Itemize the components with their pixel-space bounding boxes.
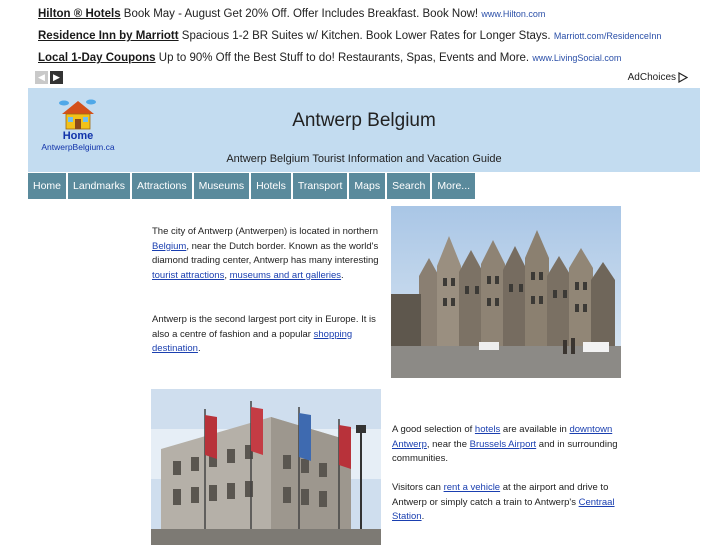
nav-hotels[interactable]: Hotels	[251, 173, 291, 199]
adchoices-link[interactable]: AdChoices	[628, 72, 688, 83]
chevron-right-icon[interactable]: ▶	[50, 71, 63, 84]
ad-title[interactable]: Local 1-Day Coupons	[38, 52, 156, 64]
brussels-airport-link[interactable]: Brussels Airport	[470, 439, 537, 450]
text: .	[341, 269, 344, 281]
hotels-link[interactable]: hotels	[475, 424, 500, 435]
hotels-paragraph: A good selection of hotels are available…	[392, 423, 632, 467]
transport-paragraph: Visitors can rent a vehicle at the airpo…	[392, 481, 632, 525]
ad-title[interactable]: Residence Inn by Marriott	[38, 30, 179, 42]
ad-text: Spacious 1-2 BR Suites w/ Kitchen. Book …	[181, 30, 551, 42]
text: A good selection of	[392, 424, 475, 435]
nav-landmarks[interactable]: Landmarks	[68, 173, 130, 199]
text: Visitors can	[392, 482, 444, 493]
tourist-attractions-link[interactable]: tourist attractions	[152, 270, 224, 281]
ad-url[interactable]: Marriott.com/ResidenceInn	[554, 31, 662, 41]
grote-markt-photo	[391, 206, 621, 378]
text: , near the	[426, 438, 470, 450]
nav-museums[interactable]: Museums	[193, 173, 250, 199]
ad-item[interactable]: Local 1-Day Coupons Up to 90% Off the Be…	[38, 52, 621, 64]
text: .	[421, 511, 425, 522]
rent-vehicle-link[interactable]: rent a vehicle	[444, 482, 501, 493]
belgium-link[interactable]: Belgium	[152, 241, 186, 252]
adchoices-icon	[678, 72, 688, 83]
adchoices-label: AdChoices	[627, 72, 676, 83]
nav-search[interactable]: Search	[387, 173, 431, 199]
ad-block: Hilton ® Hotels Book May - August Get 20…	[28, 0, 700, 88]
text: .	[197, 343, 201, 354]
page-subtitle: Antwerp Belgium Tourist Information and …	[226, 153, 502, 165]
page-title: Antwerp Belgium	[292, 110, 436, 131]
chevron-left-icon[interactable]: ◀	[35, 71, 48, 84]
nav-transport[interactable]: Transport	[292, 173, 348, 199]
nav-maps[interactable]: Maps	[349, 173, 386, 199]
museums-link[interactable]: museums and art galleries	[230, 270, 341, 281]
nav-attractions[interactable]: Attractions	[131, 173, 192, 199]
port-paragraph: Antwerp is the second largest port city …	[152, 313, 384, 357]
main-nav: Home Landmarks Attractions Museums Hotel…	[28, 172, 700, 200]
ad-text: Up to 90% Off the Best Stuff to do! Rest…	[158, 52, 530, 64]
text: are available in	[500, 424, 570, 435]
ad-url[interactable]: www.LivingSocial.com	[532, 53, 621, 63]
ad-item[interactable]: Hilton ® Hotels Book May - August Get 20…	[38, 8, 545, 20]
ad-item[interactable]: Residence Inn by Marriott Spacious 1-2 B…	[38, 30, 661, 42]
site-header: Home AntwerpBelgium.ca Antwerp Belgium A…	[28, 88, 700, 172]
ad-pager: ◀ ▶	[35, 71, 63, 84]
ad-url[interactable]: www.Hilton.com	[481, 9, 545, 19]
text: , near the Dutch border. Known as the wo…	[152, 240, 379, 267]
main-content: The city of Antwerp (Antwerpen) is locat…	[28, 200, 700, 545]
nav-more[interactable]: More...	[432, 173, 476, 199]
nav-home[interactable]: Home	[28, 173, 67, 199]
logo-site-text[interactable]: AntwerpBelgium.ca	[38, 142, 118, 153]
ad-title[interactable]: Hilton ® Hotels	[38, 8, 121, 20]
ad-text: Book May - August Get 20% Off. Offer Inc…	[123, 8, 479, 20]
intro-paragraph: The city of Antwerp (Antwerpen) is locat…	[152, 225, 384, 283]
city-hall-photo	[151, 389, 381, 545]
text: The city of Antwerp (Antwerpen) is locat…	[152, 226, 379, 237]
